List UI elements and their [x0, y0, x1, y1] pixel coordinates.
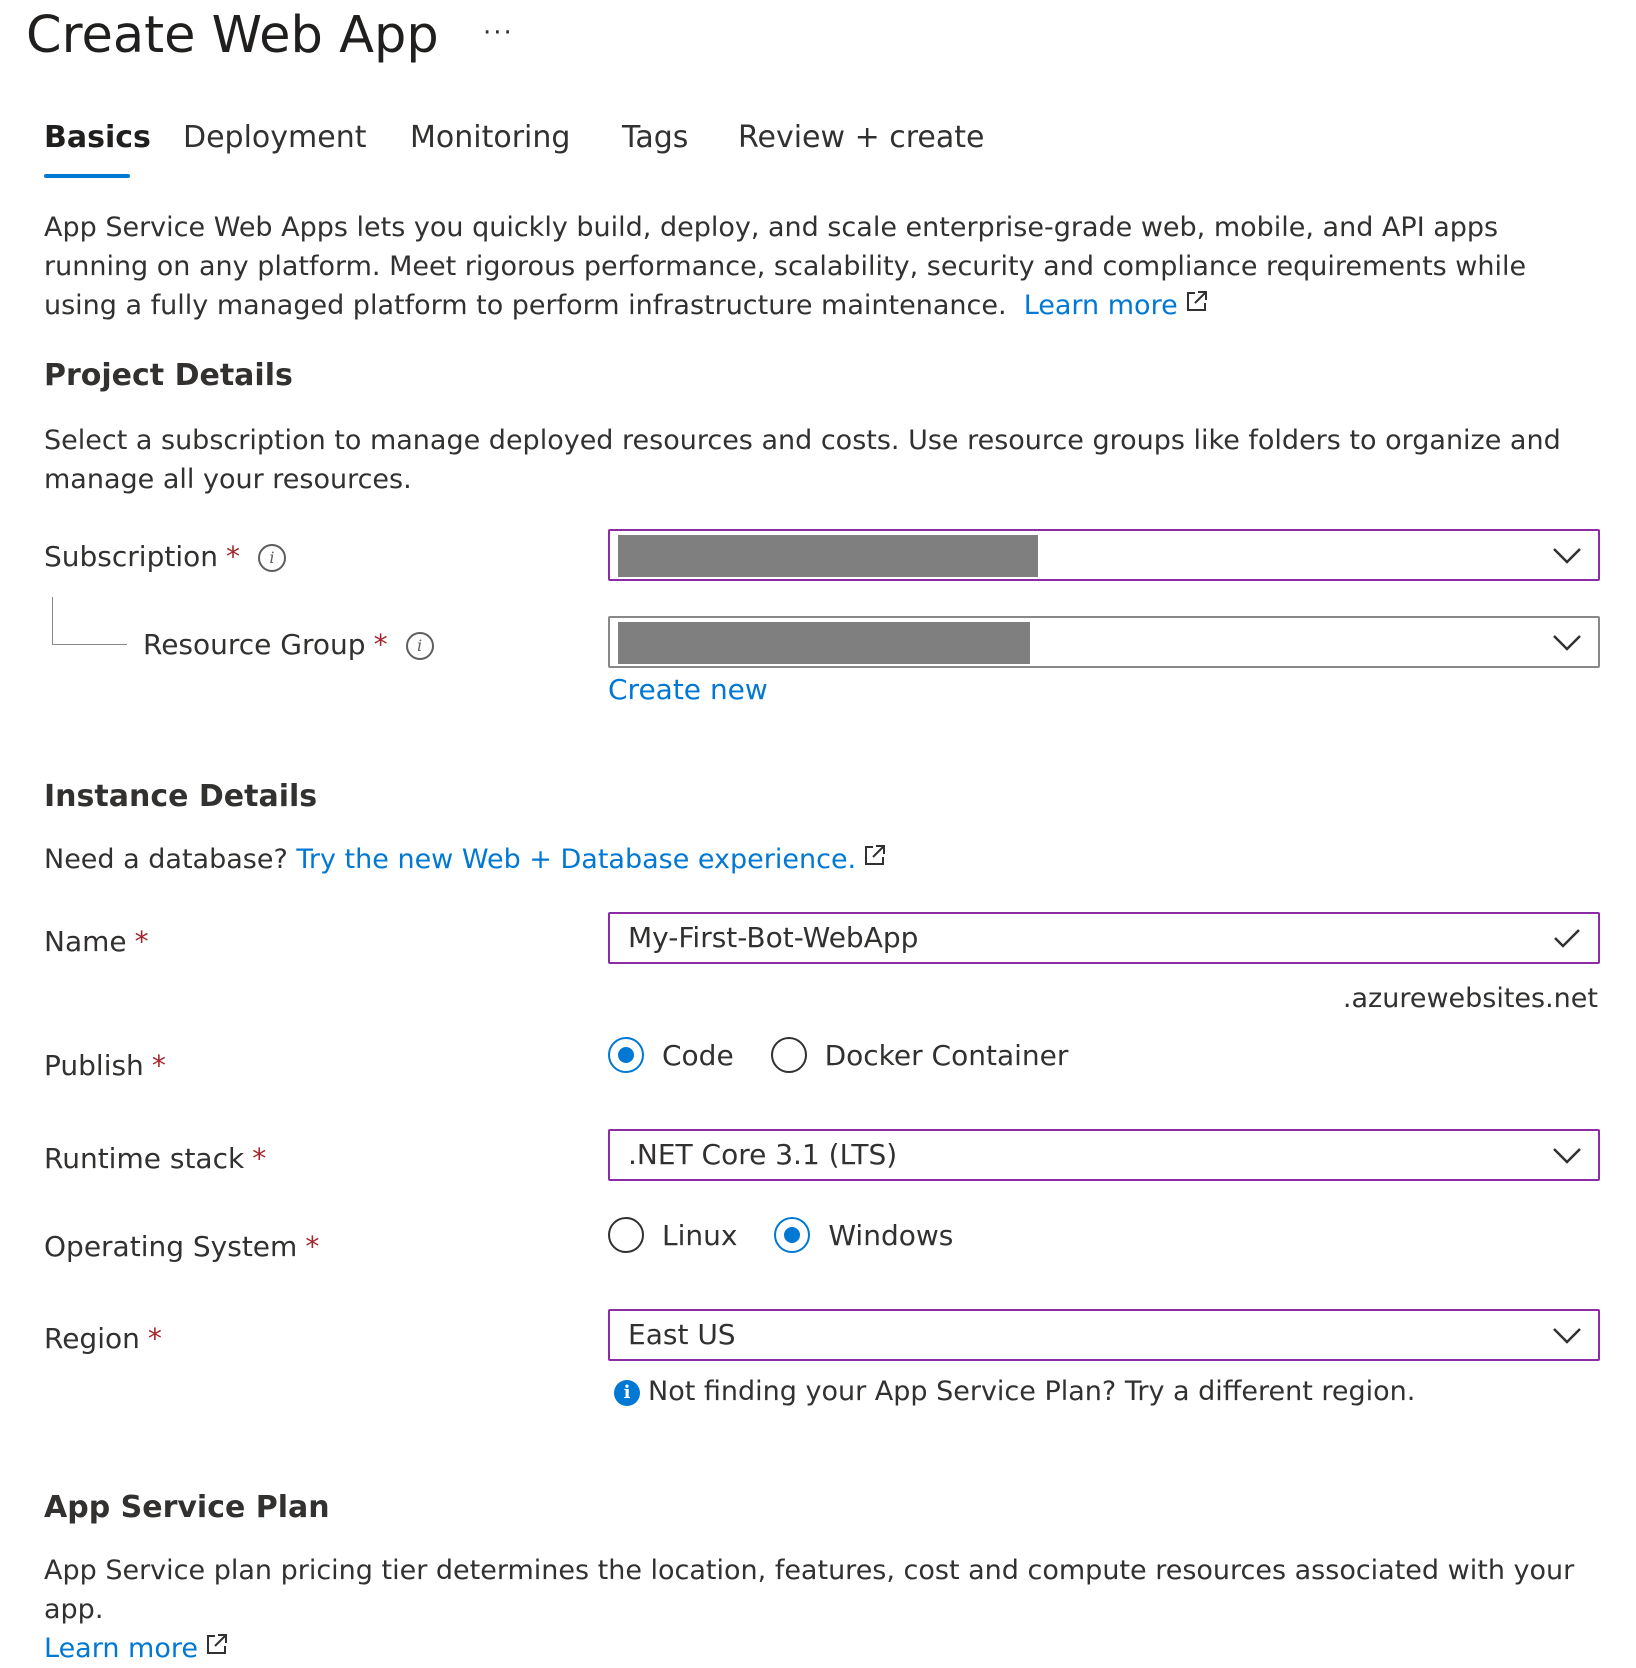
publish-radio-group: Code Docker Container — [608, 1037, 1096, 1073]
hierarchy-connector — [52, 597, 127, 645]
required-marker: * — [147, 1322, 162, 1355]
plan-paragraph: App Service plan pricing tier determines… — [44, 1551, 1604, 1668]
redacted-value — [618, 622, 1030, 664]
runtime-stack-label: Runtime stack * — [44, 1142, 267, 1175]
learn-more-link[interactable]: Learn more — [1024, 290, 1178, 321]
required-marker: * — [252, 1142, 267, 1175]
chevron-down-icon — [1553, 1148, 1581, 1164]
publish-label: Publish * — [44, 1049, 166, 1082]
chevron-down-icon — [1553, 635, 1581, 651]
plan-description: App Service plan pricing tier determines… — [44, 1555, 1575, 1625]
external-link-icon — [206, 1634, 227, 1654]
region-label: Region * — [44, 1322, 162, 1355]
os-windows-label: Windows — [828, 1218, 954, 1252]
tab-review-create[interactable]: Review + create — [738, 120, 984, 155]
page-title: Create Web App — [26, 6, 439, 65]
required-marker: * — [151, 1049, 166, 1082]
region-dropdown[interactable]: East US — [608, 1309, 1600, 1361]
intro-paragraph: App Service Web Apps lets you quickly bu… — [44, 208, 1604, 325]
plan-learn-more-link[interactable]: Learn more — [44, 1633, 198, 1664]
project-description: Select a subscription to manage deployed… — [44, 425, 1561, 495]
required-marker: * — [134, 925, 149, 958]
info-icon[interactable]: i — [257, 544, 286, 572]
web-database-link[interactable]: Try the new Web + Database experience. — [296, 844, 856, 875]
required-marker: * — [305, 1230, 320, 1263]
checkmark-icon — [1554, 929, 1580, 948]
more-options-button[interactable]: ··· — [483, 18, 514, 48]
region-hint: i Not finding your App Service Plan? Try … — [614, 1376, 1415, 1407]
create-new-link[interactable]: Create new — [608, 673, 768, 706]
publish-code-radio[interactable] — [608, 1037, 644, 1073]
publish-docker-radio[interactable] — [770, 1037, 807, 1073]
external-link-icon — [1186, 291, 1207, 311]
required-marker: * — [225, 540, 240, 573]
instance-details-heading: Instance Details — [44, 779, 318, 814]
os-radio-group: Linux Windows — [608, 1217, 981, 1253]
name-input-value: My-First-Bot-WebApp — [628, 921, 919, 954]
subscription-dropdown[interactable] — [608, 529, 1600, 581]
os-linux-label: Linux — [662, 1218, 738, 1252]
database-prompt: Need a database? Try the new Web + Datab… — [44, 840, 888, 879]
info-icon[interactable]: i — [405, 632, 434, 660]
chevron-down-icon — [1553, 1328, 1581, 1344]
tab-tags[interactable]: Tags — [622, 120, 688, 155]
os-windows-radio[interactable] — [774, 1217, 811, 1253]
resource-group-dropdown[interactable] — [608, 616, 1600, 668]
domain-suffix: .azurewebsites.net — [1342, 983, 1598, 1014]
runtime-stack-dropdown[interactable]: .NET Core 3.1 (LTS) — [608, 1129, 1600, 1181]
active-tab-indicator — [44, 174, 130, 178]
redacted-value — [618, 535, 1038, 577]
publish-code-label: Code — [662, 1038, 734, 1072]
info-icon: i — [614, 1379, 640, 1406]
runtime-stack-value: .NET Core 3.1 (LTS) — [628, 1138, 898, 1171]
intro-text: App Service Web Apps lets you quickly bu… — [44, 212, 1527, 321]
subscription-label: Subscription * i — [44, 540, 286, 573]
chevron-down-icon — [1553, 548, 1581, 564]
external-link-icon — [865, 845, 886, 865]
tab-deployment[interactable]: Deployment — [183, 120, 367, 155]
region-value: East US — [628, 1318, 736, 1351]
app-service-plan-heading: App Service Plan — [44, 1490, 330, 1525]
os-linux-radio[interactable] — [608, 1217, 644, 1253]
publish-docker-label: Docker Container — [824, 1038, 1069, 1072]
operating-system-label: Operating System * — [44, 1230, 320, 1263]
name-label: Name * — [44, 925, 149, 958]
project-details-heading: Project Details — [44, 358, 293, 393]
tab-basics[interactable]: Basics — [44, 120, 151, 155]
resource-group-label: Resource Group * i — [143, 628, 434, 661]
tab-monitoring[interactable]: Monitoring — [410, 120, 570, 155]
name-input[interactable]: My-First-Bot-WebApp — [608, 912, 1600, 964]
required-marker: * — [373, 628, 388, 661]
